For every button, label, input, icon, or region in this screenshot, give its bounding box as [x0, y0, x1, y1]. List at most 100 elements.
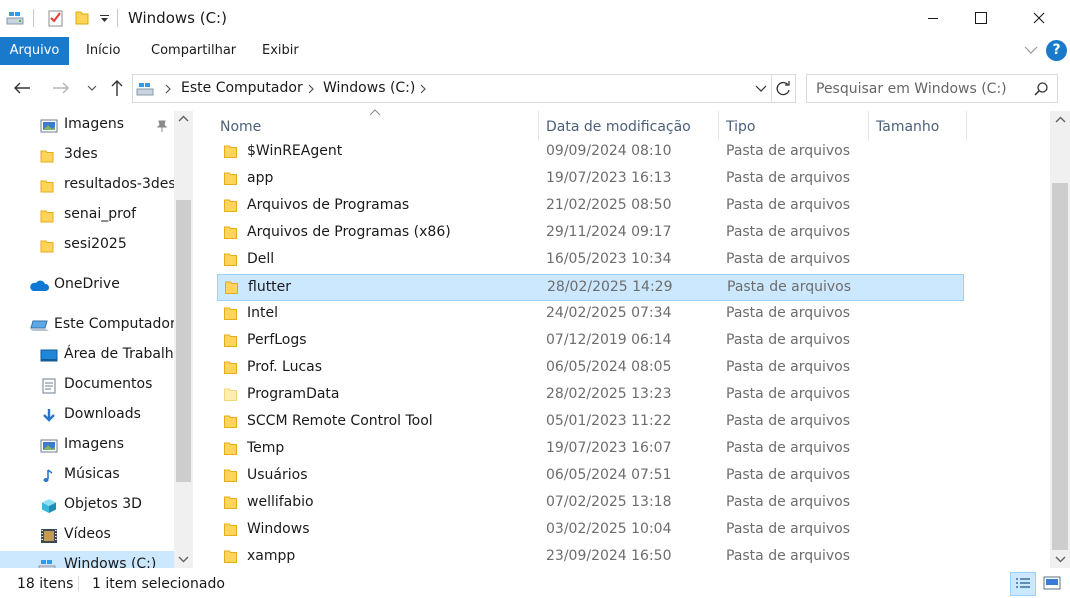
- sidebar-item-windows-c[interactable]: Windows (C:): [0, 551, 175, 568]
- table-row[interactable]: Prof. Lucas 06/05/2024 08:05 Pasta de arqu…: [217, 355, 964, 382]
- sidebar-item-objetos-3d[interactable]: Objetos 3D: [0, 491, 175, 521]
- customize-toolbar-icon[interactable]: [96, 9, 114, 27]
- file-type: Pasta de arquivos: [726, 143, 851, 159]
- file-name: Temp: [247, 440, 285, 456]
- column-header-tipo[interactable]: Tipo: [726, 115, 755, 141]
- tab-arquivo[interactable]: Arquivo: [0, 37, 69, 65]
- file-date: 28/02/2025 14:29: [547, 279, 673, 295]
- sidebar-item-3des[interactable]: 3des: [0, 141, 175, 171]
- sidebar-item-area-de-trabalho[interactable]: Área de Trabalho: [0, 341, 182, 371]
- column-header-nome[interactable]: Nome: [220, 115, 261, 141]
- column-header-data[interactable]: Data de modificação: [546, 115, 691, 141]
- chevron-right-icon[interactable]: [419, 84, 427, 94]
- sidebar-item-senai-prof[interactable]: senai_prof: [0, 201, 175, 231]
- sidebar-item-musicas[interactable]: Músicas: [0, 461, 175, 491]
- file-date: 07/02/2025 13:18: [546, 494, 672, 510]
- expand-ribbon-icon[interactable]: [1024, 45, 1038, 55]
- sidebar-item-imagens-quick[interactable]: Imagens: [0, 111, 175, 141]
- drive-icon: [38, 560, 56, 568]
- tab-exibir[interactable]: Exibir: [262, 37, 299, 65]
- table-row[interactable]: app 19/07/2023 16:13 Pasta de arquivos: [217, 166, 964, 193]
- table-row[interactable]: flutter 28/02/2025 14:29 Pasta de arquivos: [217, 274, 964, 301]
- file-date: 07/12/2019 06:14: [546, 332, 672, 348]
- tab-inicio[interactable]: Início: [86, 37, 120, 65]
- folder-icon: [224, 361, 237, 374]
- help-button[interactable]: ?: [1046, 40, 1067, 61]
- onedrive-icon: [30, 280, 50, 291]
- recent-locations-button[interactable]: [80, 76, 104, 100]
- chevron-right-icon[interactable]: [164, 84, 172, 94]
- folder-icon: [224, 388, 237, 401]
- sidebar-item-resultados-3des[interactable]: resultados-3des-: [0, 171, 181, 201]
- breadcrumb-este-computador[interactable]: Este Computador: [181, 80, 303, 96]
- tab-compartilhar[interactable]: Compartilhar: [151, 37, 236, 65]
- table-row[interactable]: Usuários 06/05/2024 07:51 Pasta de arquivo…: [217, 463, 964, 490]
- table-row[interactable]: Arquivos de Programas 21/02/2025 08:50 Pas…: [217, 193, 964, 220]
- table-row[interactable]: PerfLogs 07/12/2019 06:14 Pasta de arquivo…: [217, 328, 964, 355]
- drive-icon: [136, 83, 154, 96]
- nav-scroll-thumb[interactable]: [176, 200, 191, 482]
- file-explorer-window: Windows (C:) Arquivo Início Compartilhar…: [0, 0, 1070, 598]
- file-name: xampp: [247, 548, 296, 564]
- sidebar-item-onedrive[interactable]: OneDrive: [0, 271, 175, 301]
- details-view-button[interactable]: [1010, 572, 1036, 596]
- file-name: wellifabio: [247, 494, 314, 510]
- chevron-down-icon: [87, 85, 97, 91]
- back-button[interactable]: [10, 76, 34, 100]
- sidebar-item-documentos[interactable]: Documentos: [0, 371, 175, 401]
- file-type: Pasta de arquivos: [726, 305, 851, 321]
- chevron-right-icon[interactable]: [307, 84, 315, 94]
- folder-icon: [224, 469, 237, 482]
- column-header-tamanho[interactable]: Tamanho: [876, 115, 939, 141]
- sidebar-item-este-computador[interactable]: Este Computador: [0, 311, 176, 341]
- search-icon[interactable]: [1033, 81, 1049, 97]
- scroll-down-icon[interactable]: [178, 555, 189, 563]
- address-history-chevron-icon[interactable]: [755, 85, 767, 93]
- details-view-icon: [1016, 578, 1030, 588]
- table-row[interactable]: Dell 16/05/2023 10:34 Pasta de arquivos: [217, 247, 964, 274]
- scroll-down-icon[interactable]: [1055, 555, 1066, 563]
- breadcrumb-windows-c[interactable]: Windows (C:): [323, 80, 415, 96]
- refresh-icon[interactable]: [775, 80, 792, 97]
- table-row[interactable]: Intel 24/02/2025 07:34 Pasta de arquivos: [217, 301, 964, 328]
- table-row[interactable]: SCCM Remote Control Tool 05/01/2023 11:22…: [217, 409, 964, 436]
- minimize-button[interactable]: [910, 0, 956, 36]
- search-input[interactable]: Pesquisar em Windows (C:): [816, 81, 1007, 97]
- up-button[interactable]: [105, 76, 129, 100]
- scroll-up-icon[interactable]: [1055, 116, 1066, 124]
- table-row[interactable]: Temp 19/07/2023 16:07 Pasta de arquivos: [217, 436, 964, 463]
- computer-icon: [30, 320, 49, 331]
- scroll-up-icon[interactable]: [178, 115, 189, 123]
- sidebar-item-sesi2025[interactable]: sesi2025: [0, 231, 175, 261]
- forward-button[interactable]: [49, 76, 73, 100]
- table-row[interactable]: xampp 23/09/2024 16:50 Pasta de arquivos: [217, 544, 964, 571]
- content-scroll-thumb[interactable]: [1052, 183, 1068, 550]
- pictures-icon: [40, 119, 58, 133]
- sidebar-item-downloads[interactable]: Downloads: [0, 401, 175, 431]
- drive-app-icon[interactable]: [6, 9, 24, 27]
- status-bar: 18 itens 1 item selecionado: [0, 568, 1070, 598]
- sort-ascending-icon: [369, 109, 381, 116]
- table-row[interactable]: Arquivos de Programas (x86) 29/11/2024 09…: [217, 220, 964, 247]
- address-bar[interactable]: Este Computador Windows (C:): [132, 74, 796, 103]
- table-row[interactable]: wellifabio 07/02/2025 13:18 Pasta de arqui…: [217, 490, 964, 517]
- file-type: Pasta de arquivos: [726, 521, 851, 537]
- file-name: Intel: [247, 305, 278, 321]
- table-row[interactable]: $WinREAgent 09/09/2024 08:10 Pasta de arqu…: [217, 139, 964, 166]
- file-date: 19/07/2023 16:13: [546, 170, 672, 186]
- file-type: Pasta de arquivos: [726, 548, 851, 564]
- back-arrow-icon: [14, 82, 30, 94]
- file-type: Pasta de arquivos: [727, 279, 852, 295]
- search-box[interactable]: Pesquisar em Windows (C:): [806, 74, 1058, 103]
- sidebar-item-videos[interactable]: Vídeos: [0, 521, 175, 551]
- close-button[interactable]: [1016, 0, 1062, 36]
- documents-icon: [42, 378, 56, 394]
- table-row[interactable]: Windows 03/02/2025 10:04 Pasta de arquivos: [217, 517, 964, 544]
- properties-icon[interactable]: [47, 9, 65, 27]
- new-folder-icon[interactable]: [73, 9, 91, 27]
- table-row[interactable]: ProgramData 28/02/2025 13:23 Pasta de arqu…: [217, 382, 964, 409]
- sidebar-item-imagens[interactable]: Imagens: [0, 431, 175, 461]
- maximize-button[interactable]: [958, 0, 1004, 36]
- large-icons-view-button[interactable]: [1040, 572, 1064, 596]
- pin-icon[interactable]: [155, 119, 169, 133]
